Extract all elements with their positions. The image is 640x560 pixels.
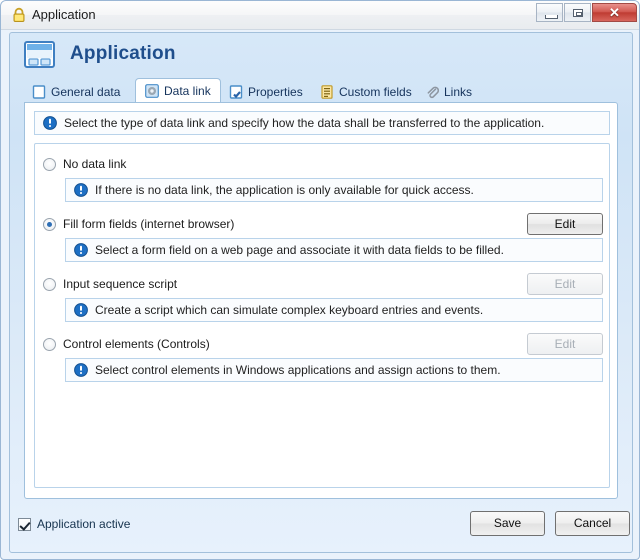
dialog-body: Application General data Data link Prope… (9, 32, 633, 553)
info-icon (43, 116, 57, 130)
lock-icon (11, 7, 27, 23)
application-window-icon (22, 39, 57, 70)
window-controls: ✕ (536, 3, 637, 22)
save-button[interactable]: Save (470, 511, 545, 536)
edit-button-control-elements[interactable]: Edit (527, 333, 603, 355)
tab-label: Properties (248, 84, 303, 99)
radio-input-sequence-script[interactable] (43, 277, 56, 291)
option-label: Control elements (Controls) (63, 337, 210, 351)
data-link-options-group: No data link If there is no data link, t… (34, 143, 610, 488)
edit-button-fill-form-fields[interactable]: Edit (527, 213, 603, 235)
tab-label: Links (444, 84, 473, 99)
option-description-text: Select a form field on a web page and as… (95, 243, 504, 257)
option-row-control-elements[interactable]: Control elements (Controls) (43, 334, 603, 354)
info-icon (74, 363, 88, 377)
edit-button-input-sequence-script[interactable]: Edit (527, 273, 603, 295)
radio-fill-form-fields[interactable] (43, 217, 56, 231)
option-label: Input sequence script (63, 277, 178, 291)
minimize-button[interactable] (536, 3, 563, 22)
tab-custom-fields[interactable]: Custom fields (310, 79, 422, 103)
application-window: Application ✕ Application General data D… (0, 0, 640, 560)
title-bar: Application ✕ (1, 1, 639, 30)
option-description-text: Select control elements in Windows appli… (95, 363, 501, 377)
tab-links[interactable]: Links (415, 79, 482, 103)
top-info-banner: Select the type of data link and specify… (34, 111, 610, 135)
maximize-button[interactable] (564, 3, 591, 22)
option-label: No data link (63, 157, 127, 171)
info-icon (74, 183, 88, 197)
option-description-text: If there is no data link, the applicatio… (95, 183, 474, 197)
option-label: Fill form fields (internet browser) (63, 217, 235, 231)
option-description-control-elements: Select control elements in Windows appli… (65, 358, 603, 382)
blank-page-icon (32, 84, 46, 99)
paperclip-icon (425, 85, 440, 99)
tab-bar: General data Data link Properties Custom… (10, 77, 632, 103)
tab-properties[interactable]: Properties (219, 79, 313, 103)
application-active-checkbox[interactable] (18, 517, 31, 531)
option-description-fill-form-fields: Select a form field on a web page and as… (65, 238, 603, 262)
option-description-input-sequence-script: Create a script which can simulate compl… (65, 298, 603, 322)
option-row-fill-form-fields[interactable]: Fill form fields (internet browser) (43, 214, 603, 234)
cancel-button[interactable]: Cancel (555, 511, 630, 536)
application-active-label: Application active (37, 517, 131, 531)
tab-label: General data (51, 84, 121, 99)
option-row-input-sequence-script[interactable]: Input sequence script (43, 274, 603, 294)
minimize-icon (545, 15, 558, 19)
close-button[interactable]: ✕ (592, 3, 637, 22)
option-description-no-data-link: If there is no data link, the applicatio… (65, 178, 603, 202)
radio-no-data-link[interactable] (43, 157, 56, 171)
close-icon: ✕ (609, 5, 620, 20)
top-info-text: Select the type of data link and specify… (64, 116, 545, 130)
checked-page-icon (229, 84, 243, 99)
window-title: Application (32, 7, 96, 22)
info-icon (74, 243, 88, 257)
page-title: Application (70, 43, 176, 64)
option-description-text: Create a script which can simulate compl… (95, 303, 484, 317)
tab-general-data[interactable]: General data (22, 79, 130, 103)
tab-label: Data link (164, 83, 211, 98)
list-page-icon (320, 84, 334, 99)
tab-label: Custom fields (339, 84, 412, 99)
application-active-row[interactable]: Application active (18, 517, 130, 531)
tab-data-link[interactable]: Data link (135, 78, 221, 103)
radio-control-elements[interactable] (43, 337, 56, 351)
info-icon (74, 303, 88, 317)
maximize-icon (573, 9, 583, 17)
tab-content-panel: Select the type of data link and specify… (24, 102, 618, 499)
gear-box-icon (145, 83, 159, 98)
option-row-no-data-link[interactable]: No data link (43, 154, 603, 174)
